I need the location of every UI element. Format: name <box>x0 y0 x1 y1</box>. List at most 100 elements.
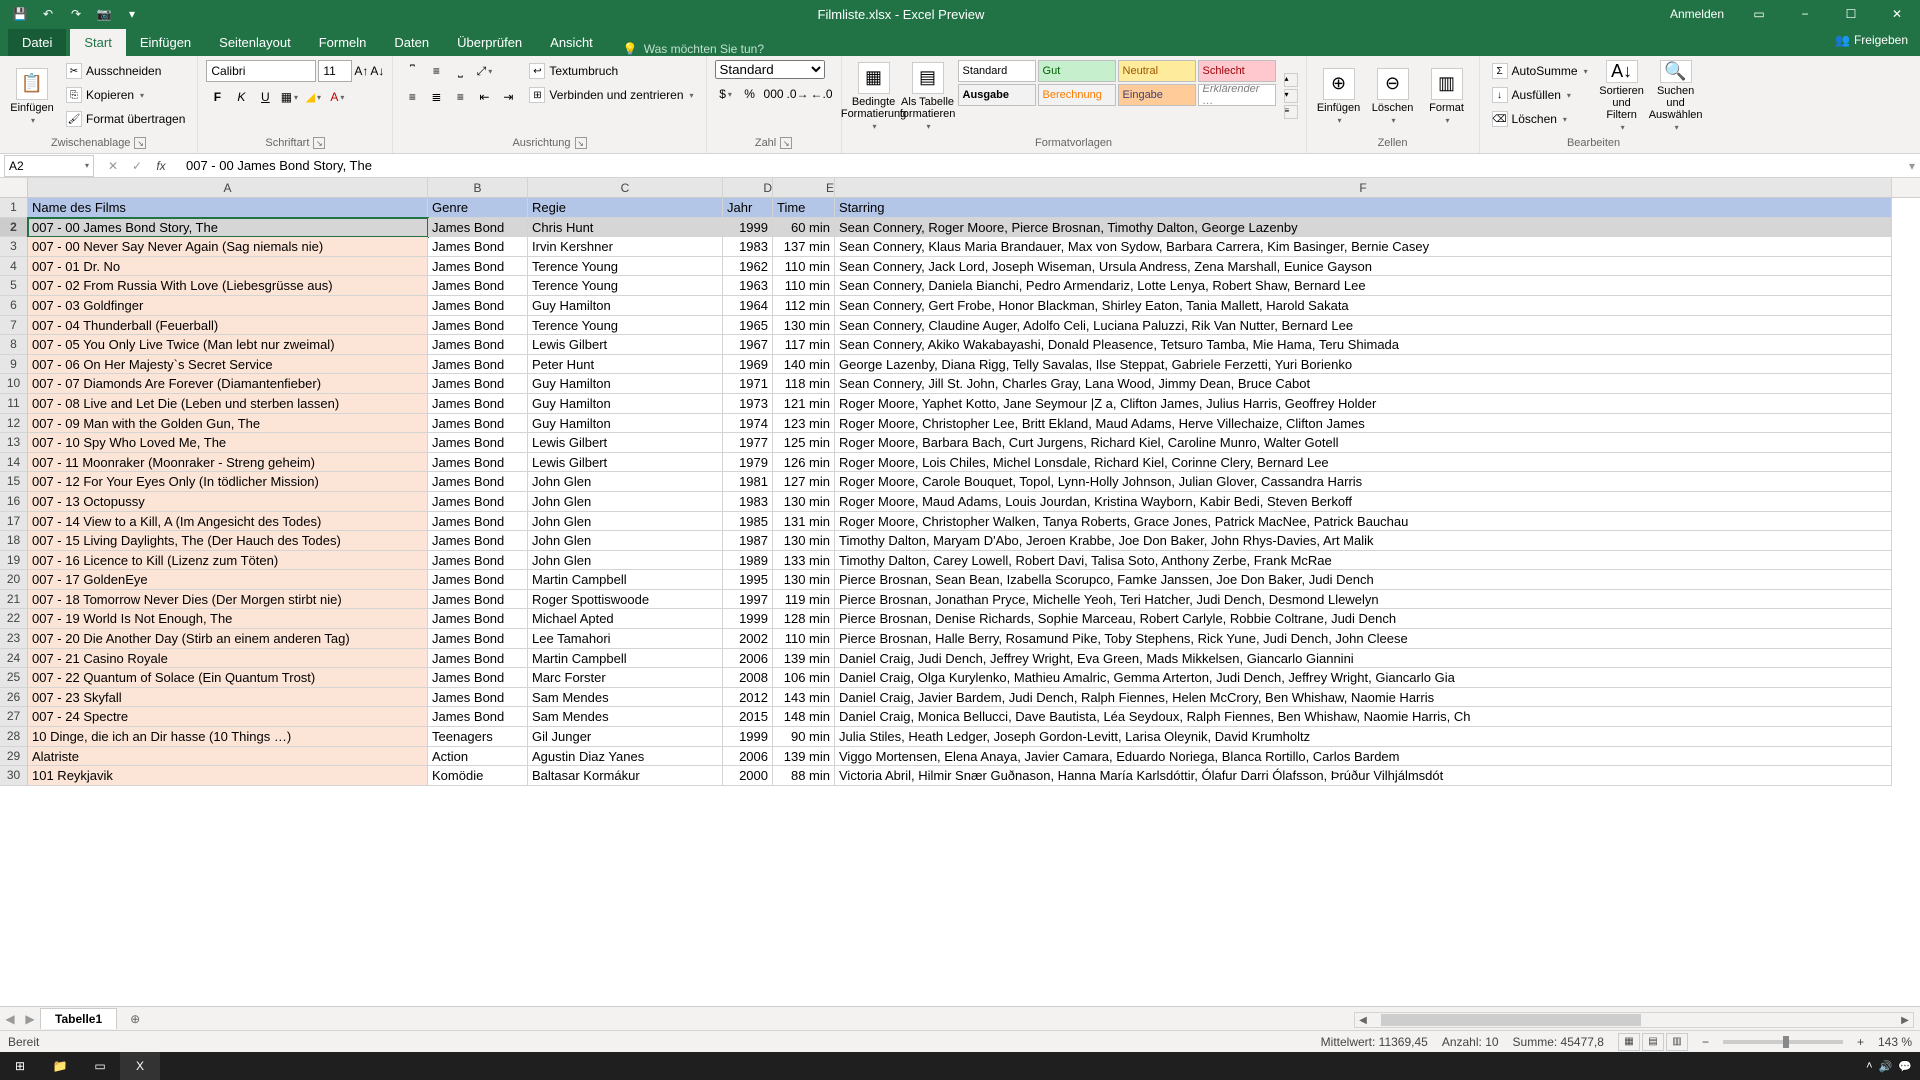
col-header-e[interactable]: E <box>773 178 835 197</box>
insert-function-icon[interactable]: fx <box>150 155 172 177</box>
table-row[interactable]: 19007 - 16 Licence to Kill (Lizenz zum T… <box>0 551 1920 571</box>
worksheet-grid[interactable]: A B C D E F 1 Name des Films Genre Regie… <box>0 178 1920 1006</box>
format-painter-button[interactable]: 🖌Format übertragen <box>62 108 189 130</box>
horizontal-scrollbar[interactable]: ◀▶ <box>1354 1012 1914 1028</box>
table-row[interactable]: 8007 - 05 You Only Live Twice (Man lebt … <box>0 335 1920 355</box>
italic-button[interactable]: K <box>230 86 252 108</box>
font-size-input[interactable] <box>318 60 352 82</box>
table-row[interactable]: 18007 - 15 Living Daylights, The (Der Ha… <box>0 531 1920 551</box>
tab-seitenlayout[interactable]: Seitenlayout <box>205 29 305 56</box>
increase-font-icon[interactable]: A↑ <box>354 64 368 78</box>
number-dialog-launcher[interactable]: ↘ <box>780 137 792 149</box>
style-schlecht[interactable]: Schlecht <box>1198 60 1276 82</box>
minimize-icon[interactable]: − <box>1782 0 1828 28</box>
table-row[interactable]: 12007 - 09 Man with the Golden Gun, TheJ… <box>0 414 1920 434</box>
merge-center-button[interactable]: ⊞Verbinden und zentrieren▾ <box>525 84 697 106</box>
tray-notifications-icon[interactable]: 💬 <box>1898 1060 1912 1073</box>
sheet-nav-next-icon[interactable]: ▶ <box>20 1012 40 1026</box>
styles-scroll-down-icon[interactable]: ▾ <box>1284 89 1298 103</box>
insert-cells-button[interactable]: ⊕Einfügen▾ <box>1315 60 1363 132</box>
align-top-icon[interactable]: ⎴ <box>401 60 423 82</box>
format-cells-button[interactable]: ▥Format▾ <box>1423 60 1471 132</box>
zoom-slider[interactable] <box>1723 1040 1843 1044</box>
alignment-dialog-launcher[interactable]: ↘ <box>575 137 587 149</box>
font-dialog-launcher[interactable]: ↘ <box>313 137 325 149</box>
zoom-level[interactable]: 143 % <box>1878 1035 1912 1049</box>
sign-in-link[interactable]: Anmelden <box>1658 7 1736 21</box>
align-left-icon[interactable]: ≡ <box>401 86 423 108</box>
start-menu-icon[interactable]: ⊞ <box>0 1052 40 1080</box>
new-sheet-button[interactable]: ⊕ <box>123 1010 147 1028</box>
select-all-corner[interactable] <box>0 178 28 197</box>
format-as-table-button[interactable]: ▤Als Tabelle formatieren▾ <box>904 60 952 132</box>
sort-filter-button[interactable]: A↓Sortieren und Filtern▾ <box>1598 60 1646 132</box>
fill-button[interactable]: ↓Ausfüllen▾ <box>1488 84 1592 106</box>
underline-button[interactable]: U <box>254 86 276 108</box>
zoom-out-icon[interactable]: − <box>1702 1035 1709 1049</box>
table-row[interactable]: 13007 - 10 Spy Who Loved Me, TheJames Bo… <box>0 433 1920 453</box>
sheet-tab-tabelle1[interactable]: Tabelle1 <box>40 1008 117 1029</box>
bold-button[interactable]: F <box>206 86 228 108</box>
table-row[interactable]: 2810 Dinge, die ich an Dir hasse (10 Thi… <box>0 727 1920 747</box>
table-row[interactable]: 24007 - 21 Casino RoyaleJames BondMartin… <box>0 649 1920 669</box>
col-header-c[interactable]: C <box>528 178 723 197</box>
tray-volume-icon[interactable]: 🔊 <box>1879 1060 1893 1073</box>
increase-decimal-icon[interactable]: .0→ <box>787 83 809 105</box>
comma-format-icon[interactable]: 000 <box>763 83 785 105</box>
tab-start[interactable]: Start <box>70 29 125 56</box>
style-neutral[interactable]: Neutral <box>1118 60 1196 82</box>
styles-expand-icon[interactable]: ≡ <box>1284 105 1298 119</box>
col-header-d[interactable]: D <box>723 178 773 197</box>
tab-einfuegen[interactable]: Einfügen <box>126 29 205 56</box>
paste-button[interactable]: 📋Einfügen▾ <box>8 60 56 132</box>
increase-indent-icon[interactable]: ⇥ <box>497 86 519 108</box>
table-row[interactable]: 20007 - 17 GoldenEyeJames BondMartin Cam… <box>0 570 1920 590</box>
close-icon[interactable]: ✕ <box>1874 0 1920 28</box>
zoom-in-icon[interactable]: + <box>1857 1035 1864 1049</box>
ribbon-display-icon[interactable]: ▭ <box>1736 0 1782 28</box>
tab-ueberpruefen[interactable]: Überprüfen <box>443 29 536 56</box>
taskbar-app-icon[interactable]: ▭ <box>80 1052 120 1080</box>
share-button[interactable]: 👥 Freigeben <box>1835 33 1908 47</box>
expand-formula-bar-icon[interactable]: ▾ <box>1904 159 1920 173</box>
table-row[interactable]: 17007 - 14 View to a Kill, A (Im Angesic… <box>0 512 1920 532</box>
style-eingabe[interactable]: Eingabe <box>1118 84 1196 106</box>
page-layout-view-icon[interactable]: ▤ <box>1642 1033 1664 1051</box>
tell-me-search[interactable]: 💡 Was möchten Sie tun? <box>623 42 764 56</box>
enter-formula-icon[interactable]: ✓ <box>126 155 148 177</box>
formula-input[interactable] <box>180 155 1904 177</box>
table-row[interactable]: 26007 - 23 SkyfallJames BondSam Mendes20… <box>0 688 1920 708</box>
align-center-icon[interactable]: ≣ <box>425 86 447 108</box>
table-row[interactable]: 23007 - 20 Die Another Day (Stirb an ein… <box>0 629 1920 649</box>
style-berechnung[interactable]: Berechnung <box>1038 84 1116 106</box>
table-row[interactable]: 30101 ReykjavikKomödieBaltasar Kormákur2… <box>0 766 1920 786</box>
table-row[interactable]: 22007 - 19 World Is Not Enough, TheJames… <box>0 609 1920 629</box>
cut-button[interactable]: ✂Ausschneiden <box>62 60 189 82</box>
col-header-f[interactable]: F <box>835 178 1892 197</box>
col-header-b[interactable]: B <box>428 178 528 197</box>
tab-formeln[interactable]: Formeln <box>305 29 381 56</box>
redo-icon[interactable]: ↷ <box>64 2 88 26</box>
tray-chevron-icon[interactable]: ˄ <box>1866 1060 1872 1072</box>
decrease-decimal-icon[interactable]: ←.0 <box>811 83 833 105</box>
undo-icon[interactable]: ↶ <box>36 2 60 26</box>
sheet-nav-prev-icon[interactable]: ◀ <box>0 1012 20 1026</box>
conditional-formatting-button[interactable]: ▦Bedingte Formatierung▾ <box>850 60 898 132</box>
number-format-select[interactable]: Standard <box>715 60 825 79</box>
decrease-font-icon[interactable]: A↓ <box>370 64 384 78</box>
style-gut[interactable]: Gut <box>1038 60 1116 82</box>
autosum-button[interactable]: ΣAutoSumme▾ <box>1488 60 1592 82</box>
align-right-icon[interactable]: ≡ <box>449 86 471 108</box>
tab-datei[interactable]: Datei <box>8 29 66 56</box>
qat-customize-icon[interactable]: ▾ <box>120 2 144 26</box>
accounting-format-icon[interactable]: $▾ <box>715 83 737 105</box>
table-row[interactable]: 10007 - 07 Diamonds Are Forever (Diamant… <box>0 374 1920 394</box>
table-header-row[interactable]: 1 Name des Films Genre Regie Jahr Time S… <box>0 198 1920 218</box>
table-row[interactable]: 9007 - 06 On Her Majesty`s Secret Servic… <box>0 355 1920 375</box>
style-ausgabe[interactable]: Ausgabe <box>958 84 1036 106</box>
table-row[interactable]: 6007 - 03 GoldfingerJames BondGuy Hamilt… <box>0 296 1920 316</box>
table-row[interactable]: 11007 - 08 Live and Let Die (Leben und s… <box>0 394 1920 414</box>
cancel-formula-icon[interactable]: ✕ <box>102 155 124 177</box>
border-button[interactable]: ▦▾ <box>278 86 300 108</box>
styles-scroll-up-icon[interactable]: ▴ <box>1284 73 1298 87</box>
